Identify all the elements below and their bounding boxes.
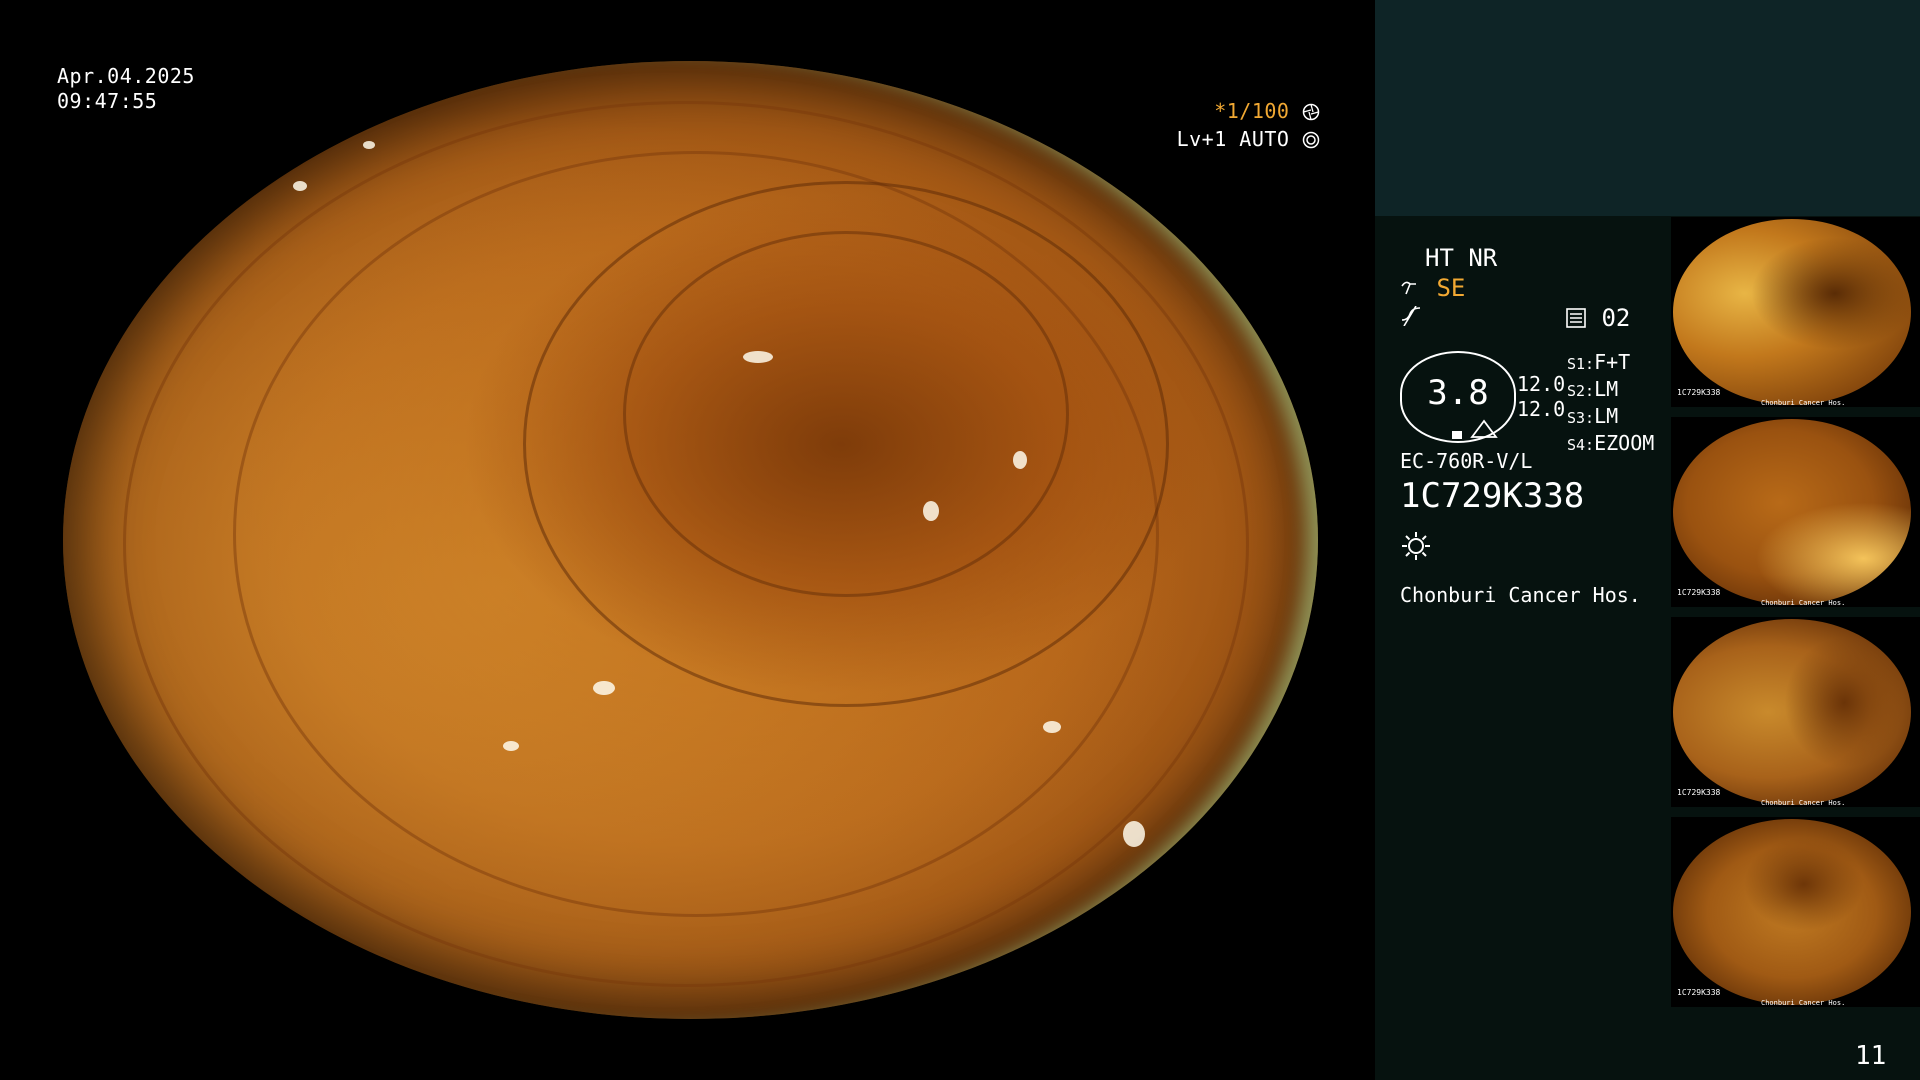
focus-bottom: 12.0 <box>1517 397 1566 421</box>
structure-enhance-icon <box>1400 274 1436 302</box>
light-reflection <box>363 141 375 149</box>
light-reflection <box>923 501 939 521</box>
scope-model: EC-760R-V/L <box>1400 449 1533 473</box>
scope-serial: 1C729K338 <box>1400 476 1585 516</box>
hospital-name: Chonburi Cancer Hos. <box>1400 583 1641 607</box>
light-mode-text: Lv+1 AUTO <box>1176 127 1290 151</box>
shutter-speed: *1/100 <box>1214 99 1290 123</box>
light-reflection <box>503 741 519 751</box>
switch-key: S4: <box>1567 436 1595 454</box>
switch-value: EZOOM <box>1594 431 1655 455</box>
light-reflection <box>743 351 773 363</box>
lens-tip-icon <box>1470 419 1498 438</box>
switch-row: S1:F+T <box>1567 350 1654 377</box>
thumbnail-serial: 1C729K338 <box>1677 388 1721 397</box>
mucosal-fold <box>123 101 1249 987</box>
thumbnail-image <box>1673 619 1911 805</box>
thumbnail-image <box>1673 419 1911 605</box>
light-reflection <box>1013 451 1027 469</box>
light-reflection <box>293 181 307 191</box>
enhance-row: SE <box>1400 273 1465 303</box>
time-text: 09:47:55 <box>57 89 158 113</box>
processing-mode: HT NR <box>1425 244 1498 272</box>
thumbnail-1[interactable]: 1C729K338 Chonburi Cancer Hos. <box>1671 217 1920 407</box>
light-reflection <box>593 681 615 695</box>
thumbnail-image <box>1673 819 1911 1005</box>
switch-value: F+T <box>1594 350 1631 374</box>
thumbnail-serial: 1C729K338 <box>1677 788 1721 797</box>
aperture-icon <box>1302 99 1320 123</box>
thumbnail-footer: Chonburi Cancer Hos. <box>1761 999 1846 1007</box>
memory-count: 02 <box>1601 304 1631 332</box>
switch-key: S2: <box>1567 382 1595 400</box>
switch-key: S3: <box>1567 409 1595 427</box>
zoom-marker <box>1452 431 1462 439</box>
zoom-gauge: 3.8 <box>1400 351 1516 443</box>
switch-value: LM <box>1594 377 1619 401</box>
date-time: Apr.04.2025 09:47:55 <box>57 64 195 114</box>
switch-row: S4:EZOOM <box>1567 431 1654 458</box>
thumbnail-4[interactable]: 1C729K338 Chonburi Cancer Hos. <box>1671 817 1920 1007</box>
mucosal-fold <box>623 231 1069 597</box>
memory-row: 02 <box>1565 303 1630 333</box>
iris-icon <box>1302 127 1320 151</box>
light-reflection <box>1123 821 1145 847</box>
light-reflection <box>1043 721 1061 733</box>
focus-top: 12.0 <box>1517 372 1566 396</box>
thumbnail-footer: Chonburi Cancer Hos. <box>1761 599 1846 607</box>
switch-value: LM <box>1594 404 1619 428</box>
shutter-readout: *1/100 <box>1150 99 1320 124</box>
thumbnail-serial: 1C729K338 <box>1677 588 1721 597</box>
thumbnail-serial: 1C729K338 <box>1677 988 1721 997</box>
memory-card-icon <box>1565 304 1601 332</box>
thumbnail-2[interactable]: 1C729K338 Chonburi Cancer Hos. <box>1671 417 1920 607</box>
thumbnail-footer: Chonburi Cancer Hos. <box>1761 799 1846 807</box>
thumbnail-image <box>1673 219 1911 405</box>
endoscopic-image <box>63 61 1318 1019</box>
light-mode-readout: Lv+1 AUTO <box>1150 127 1320 152</box>
zoom-value: 3.8 <box>1427 373 1489 413</box>
sun-icon <box>1400 530 1432 566</box>
switch-row: S2:LM <box>1567 377 1654 404</box>
thumbnail-footer: Chonburi Cancer Hos. <box>1761 399 1846 407</box>
enhance-mode: SE <box>1436 274 1466 302</box>
switch-key: S1: <box>1567 355 1595 373</box>
switch-list: S1:F+T S2:LM S3:LM S4:EZOOM <box>1567 350 1654 458</box>
color-curve-icon <box>1400 303 1422 333</box>
mucosal-fold <box>523 181 1169 707</box>
info-panel-header-block <box>1375 0 1920 216</box>
page-number: 11 <box>1855 1041 1887 1071</box>
switch-row: S3:LM <box>1567 404 1654 431</box>
mucosal-fold <box>233 151 1159 917</box>
date-text: Apr.04.2025 <box>57 64 195 88</box>
thumbnail-3[interactable]: 1C729K338 Chonburi Cancer Hos. <box>1671 617 1920 807</box>
